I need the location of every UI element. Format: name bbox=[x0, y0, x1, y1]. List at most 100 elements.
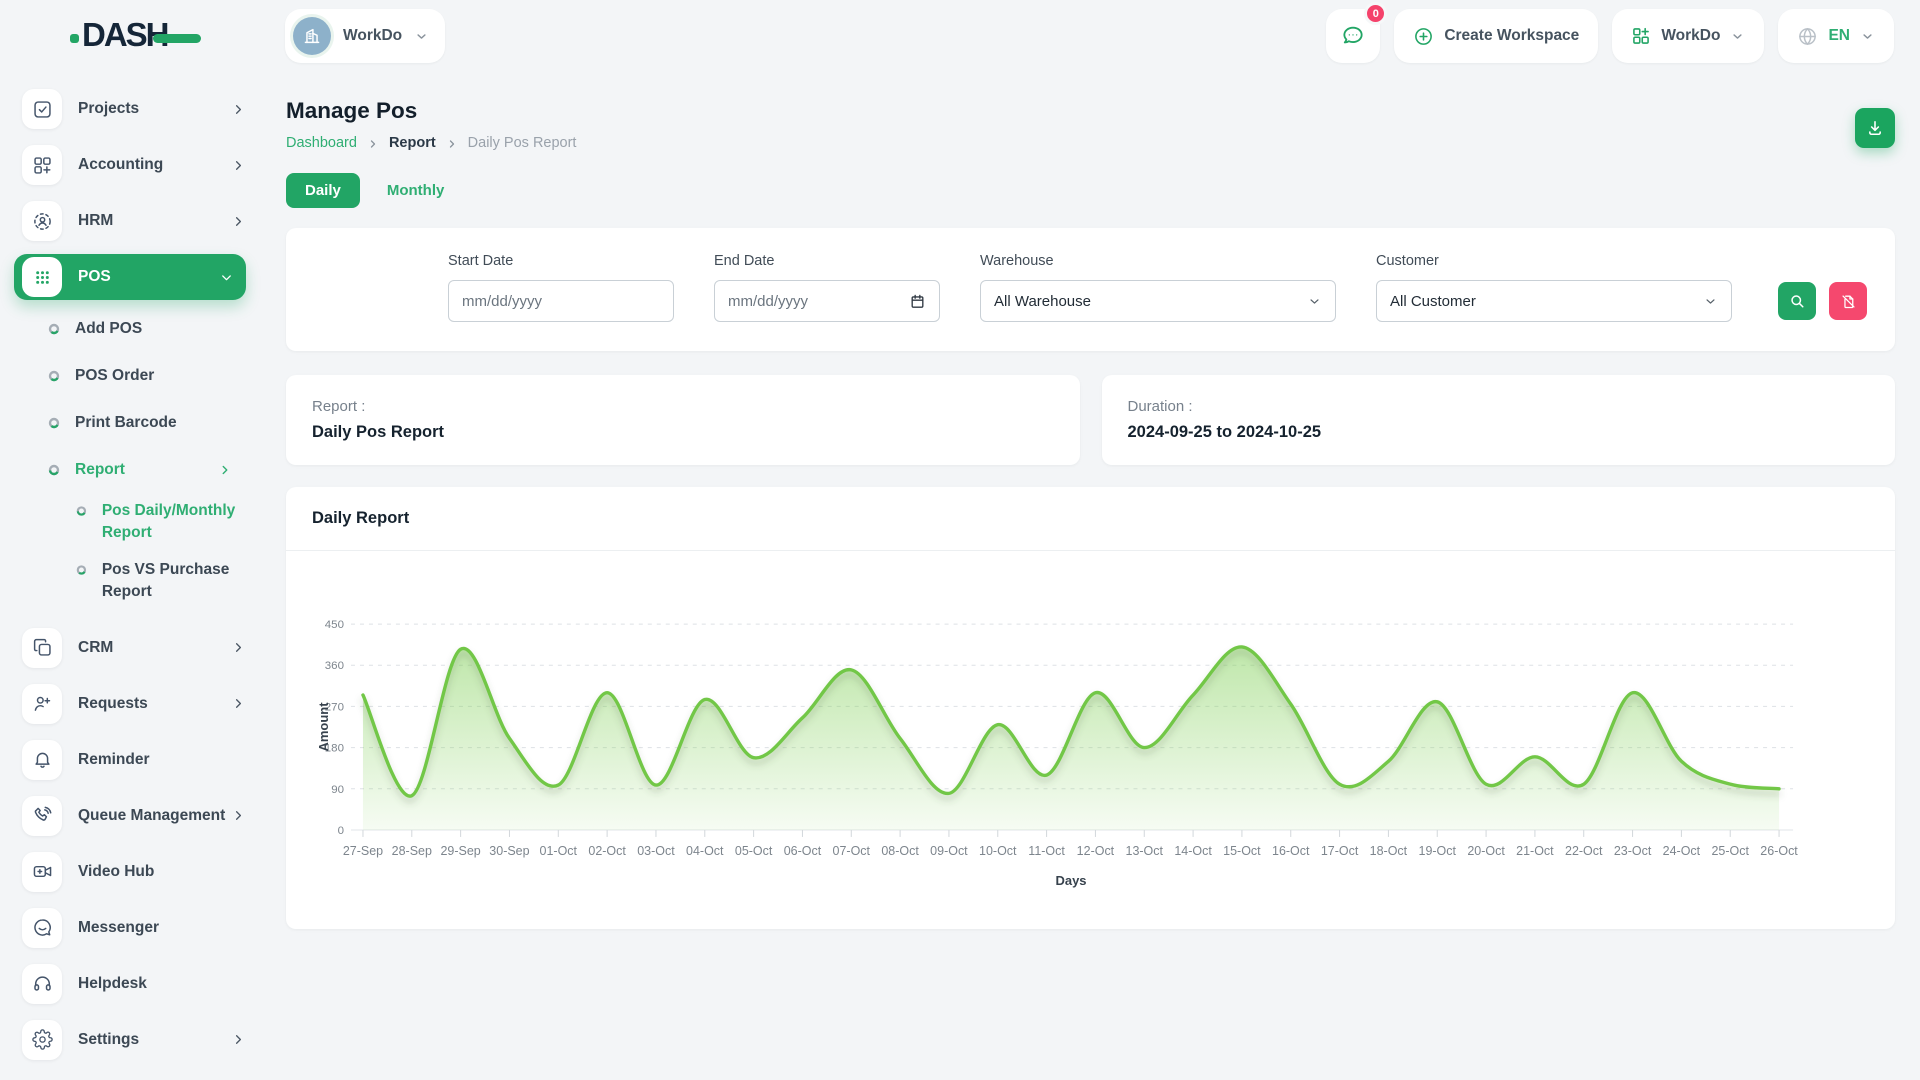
breadcrumb-dashboard[interactable]: Dashboard bbox=[286, 135, 357, 151]
start-date-input[interactable] bbox=[448, 280, 674, 322]
apply-filter-button[interactable] bbox=[1778, 282, 1816, 320]
requests-icon bbox=[22, 684, 62, 724]
report-summary-card: Report : Daily Pos Report bbox=[286, 375, 1080, 465]
breadcrumb-report[interactable]: Report bbox=[389, 135, 436, 151]
breadcrumb: Dashboard Report Daily Pos Report bbox=[286, 135, 1895, 151]
end-date-input[interactable] bbox=[714, 280, 940, 322]
chevron-right-icon bbox=[231, 640, 246, 655]
svg-text:11-Oct: 11-Oct bbox=[1028, 844, 1065, 858]
svg-text:14-Oct: 14-Oct bbox=[1174, 844, 1212, 858]
svg-text:0: 0 bbox=[338, 825, 344, 837]
breadcrumb-current-page: Daily Pos Report bbox=[468, 135, 577, 151]
bullet-ring-icon bbox=[48, 417, 60, 429]
sidebar-item-reminder[interactable]: Reminder bbox=[22, 737, 246, 783]
customer-selected-value: All Customer bbox=[1390, 293, 1476, 310]
duration-summary-value: 2024-09-25 to 2024-10-25 bbox=[1128, 423, 1870, 442]
svg-text:17-Oct: 17-Oct bbox=[1321, 844, 1359, 858]
chevron-down-icon bbox=[1703, 294, 1718, 309]
sidebar-item-queue-management[interactable]: Queue Management bbox=[22, 793, 246, 839]
sidebar-item-pos[interactable]: POS bbox=[14, 254, 246, 300]
chevron-right-icon bbox=[231, 808, 246, 823]
svg-text:19-Oct: 19-Oct bbox=[1419, 844, 1457, 858]
sidebar-item-accounting[interactable]: Accounting bbox=[22, 142, 246, 188]
sidebar-item-pos-vs-purchase-report[interactable]: Pos VS Purchase Report bbox=[76, 559, 246, 602]
video-camera-icon bbox=[22, 852, 62, 892]
svg-text:09-Oct: 09-Oct bbox=[930, 844, 968, 858]
sidebar-item-report[interactable]: Report bbox=[48, 453, 246, 487]
building-icon bbox=[301, 25, 323, 47]
create-workspace-button[interactable]: Create Workspace bbox=[1394, 9, 1598, 63]
search-icon bbox=[1788, 292, 1806, 310]
chevron-right-icon bbox=[446, 138, 458, 150]
customer-group: Customer All Customer bbox=[1376, 253, 1732, 322]
tab-monthly[interactable]: Monthly bbox=[387, 182, 445, 199]
duration-summary-card: Duration : 2024-09-25 to 2024-10-25 bbox=[1102, 375, 1896, 465]
warehouse-select[interactable]: All Warehouse bbox=[980, 280, 1336, 322]
tab-daily[interactable]: Daily bbox=[286, 173, 360, 208]
svg-text:90: 90 bbox=[331, 784, 344, 796]
svg-text:05-Oct: 05-Oct bbox=[735, 844, 773, 858]
create-workspace-label: Create Workspace bbox=[1444, 27, 1579, 45]
page-header: Manage Pos Dashboard Report Daily Pos Re… bbox=[286, 98, 1895, 151]
sidebar-item-add-pos[interactable]: Add POS bbox=[48, 312, 246, 346]
plus-circle-icon bbox=[1413, 26, 1434, 47]
grid-plus-icon bbox=[1631, 26, 1651, 46]
end-date-field[interactable] bbox=[728, 293, 901, 310]
download-button[interactable] bbox=[1855, 108, 1895, 148]
bullet-ring-icon bbox=[48, 370, 60, 382]
daily-report-chart: 09018027036045027-Sep28-Sep29-Sep30-Sep0… bbox=[312, 575, 1869, 925]
sidebar-item-pos-order[interactable]: POS Order bbox=[48, 359, 246, 393]
language-label: EN bbox=[1828, 27, 1850, 45]
end-date-group: End Date bbox=[714, 253, 940, 322]
svg-text:26-Oct: 26-Oct bbox=[1760, 844, 1798, 858]
sidebar-item-crm[interactable]: CRM bbox=[22, 625, 246, 671]
warehouse-group: Warehouse All Warehouse bbox=[980, 253, 1336, 322]
svg-text:20-Oct: 20-Oct bbox=[1467, 844, 1505, 858]
customer-select[interactable]: All Customer bbox=[1376, 280, 1732, 322]
workspace-switcher[interactable]: WorkDo bbox=[285, 9, 445, 63]
account-menu-label: WorkDo bbox=[1661, 27, 1720, 45]
pos-icon bbox=[22, 257, 62, 297]
sidebar-item-print-barcode[interactable]: Print Barcode bbox=[48, 406, 246, 440]
svg-text:360: 360 bbox=[325, 660, 344, 672]
start-date-field[interactable] bbox=[462, 293, 635, 310]
logo-bar bbox=[153, 34, 201, 43]
chevron-down-icon bbox=[1307, 294, 1322, 309]
messages-button[interactable]: 0 bbox=[1326, 9, 1380, 63]
reset-filter-button[interactable] bbox=[1829, 282, 1867, 320]
customer-label: Customer bbox=[1376, 253, 1732, 269]
sidebar-item-projects[interactable]: Projects bbox=[22, 86, 246, 132]
svg-text:22-Oct: 22-Oct bbox=[1565, 844, 1603, 858]
start-date-label: Start Date bbox=[448, 253, 674, 269]
workspace-avatar bbox=[293, 17, 331, 55]
bell-icon bbox=[22, 740, 62, 780]
filter-actions bbox=[1778, 282, 1867, 320]
sidebar-item-helpdesk[interactable]: Helpdesk bbox=[22, 961, 246, 1007]
svg-text:28-Sep: 28-Sep bbox=[392, 844, 432, 858]
sidebar-item-pos-daily-monthly-report[interactable]: Pos Daily/Monthly Report bbox=[76, 500, 246, 543]
account-menu[interactable]: WorkDo bbox=[1612, 9, 1764, 63]
language-selector[interactable]: EN bbox=[1778, 9, 1894, 63]
gear-icon bbox=[22, 1020, 62, 1060]
svg-text:04-Oct: 04-Oct bbox=[686, 844, 724, 858]
sidebar-item-messenger[interactable]: Messenger bbox=[22, 905, 246, 951]
messages-badge: 0 bbox=[1364, 2, 1387, 25]
sidebar-item-video-hub[interactable]: Video Hub bbox=[22, 849, 246, 895]
start-date-group: Start Date bbox=[448, 253, 674, 322]
dash-logo[interactable]: DASH bbox=[70, 16, 201, 54]
svg-text:21-Oct: 21-Oct bbox=[1516, 844, 1554, 858]
chevron-right-icon bbox=[231, 102, 246, 117]
globe-icon bbox=[1797, 26, 1818, 47]
chart-title: Daily Report bbox=[286, 487, 1895, 551]
sidebar-item-settings[interactable]: Settings bbox=[22, 1017, 246, 1063]
svg-text:13-Oct: 13-Oct bbox=[1126, 844, 1164, 858]
svg-text:15-Oct: 15-Oct bbox=[1223, 844, 1261, 858]
main-content: Manage Pos Dashboard Report Daily Pos Re… bbox=[258, 72, 1920, 1080]
sidebar-item-requests[interactable]: Requests bbox=[22, 681, 246, 727]
svg-text:06-Oct: 06-Oct bbox=[784, 844, 822, 858]
warehouse-label: Warehouse bbox=[980, 253, 1336, 269]
chevron-down-icon bbox=[219, 270, 234, 285]
sidebar-item-hrm[interactable]: HRM bbox=[22, 198, 246, 244]
svg-text:16-Oct: 16-Oct bbox=[1272, 844, 1310, 858]
chevron-right-icon bbox=[218, 463, 232, 477]
